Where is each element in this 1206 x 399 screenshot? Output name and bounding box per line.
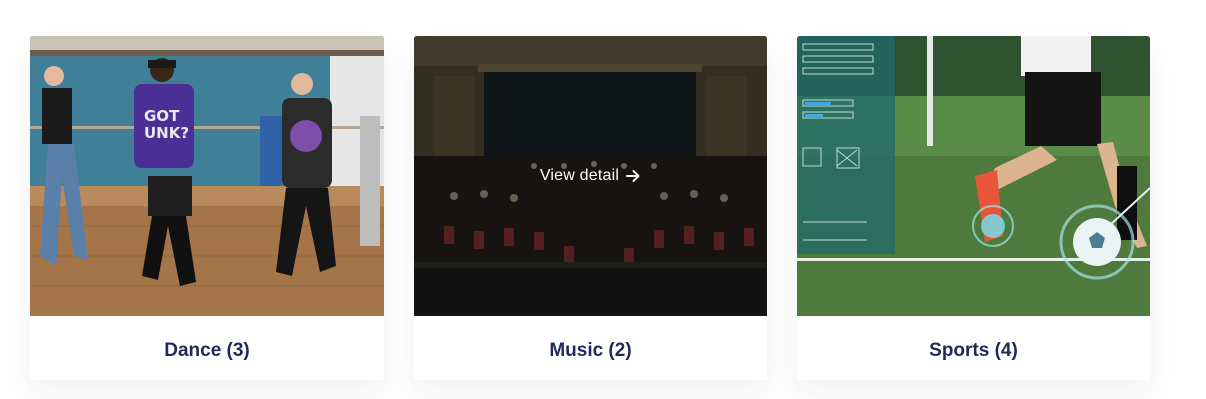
view-detail-label: View detail: [539, 167, 620, 184]
dance-image[interactable]: GOT UNK?: [30, 36, 384, 316]
arrow-right-icon: [626, 170, 640, 182]
hover-overlay[interactable]: View detail: [414, 36, 767, 316]
svg-text:UNK?: UNK?: [144, 124, 189, 142]
sports-image[interactable]: [797, 36, 1150, 316]
category-card-music[interactable]: View detail Music (2): [414, 36, 767, 380]
category-card-dance[interactable]: GOT UNK? Dance (3): [30, 36, 384, 380]
category-gallery: GOT UNK? Dance (3) View detail Music (2)…: [0, 0, 1206, 399]
category-label[interactable]: Music (2): [414, 340, 767, 362]
category-card-sports[interactable]: Sports (4): [797, 36, 1150, 380]
category-label[interactable]: Dance (3): [30, 340, 384, 362]
dance-photo: GOT UNK?: [30, 36, 384, 316]
soccer-player-photo: [797, 36, 1150, 316]
music-image[interactable]: View detail: [414, 36, 767, 316]
category-label[interactable]: Sports (4): [797, 340, 1150, 362]
svg-text:GOT: GOT: [144, 107, 180, 125]
view-detail-link[interactable]: View detail: [540, 167, 641, 185]
